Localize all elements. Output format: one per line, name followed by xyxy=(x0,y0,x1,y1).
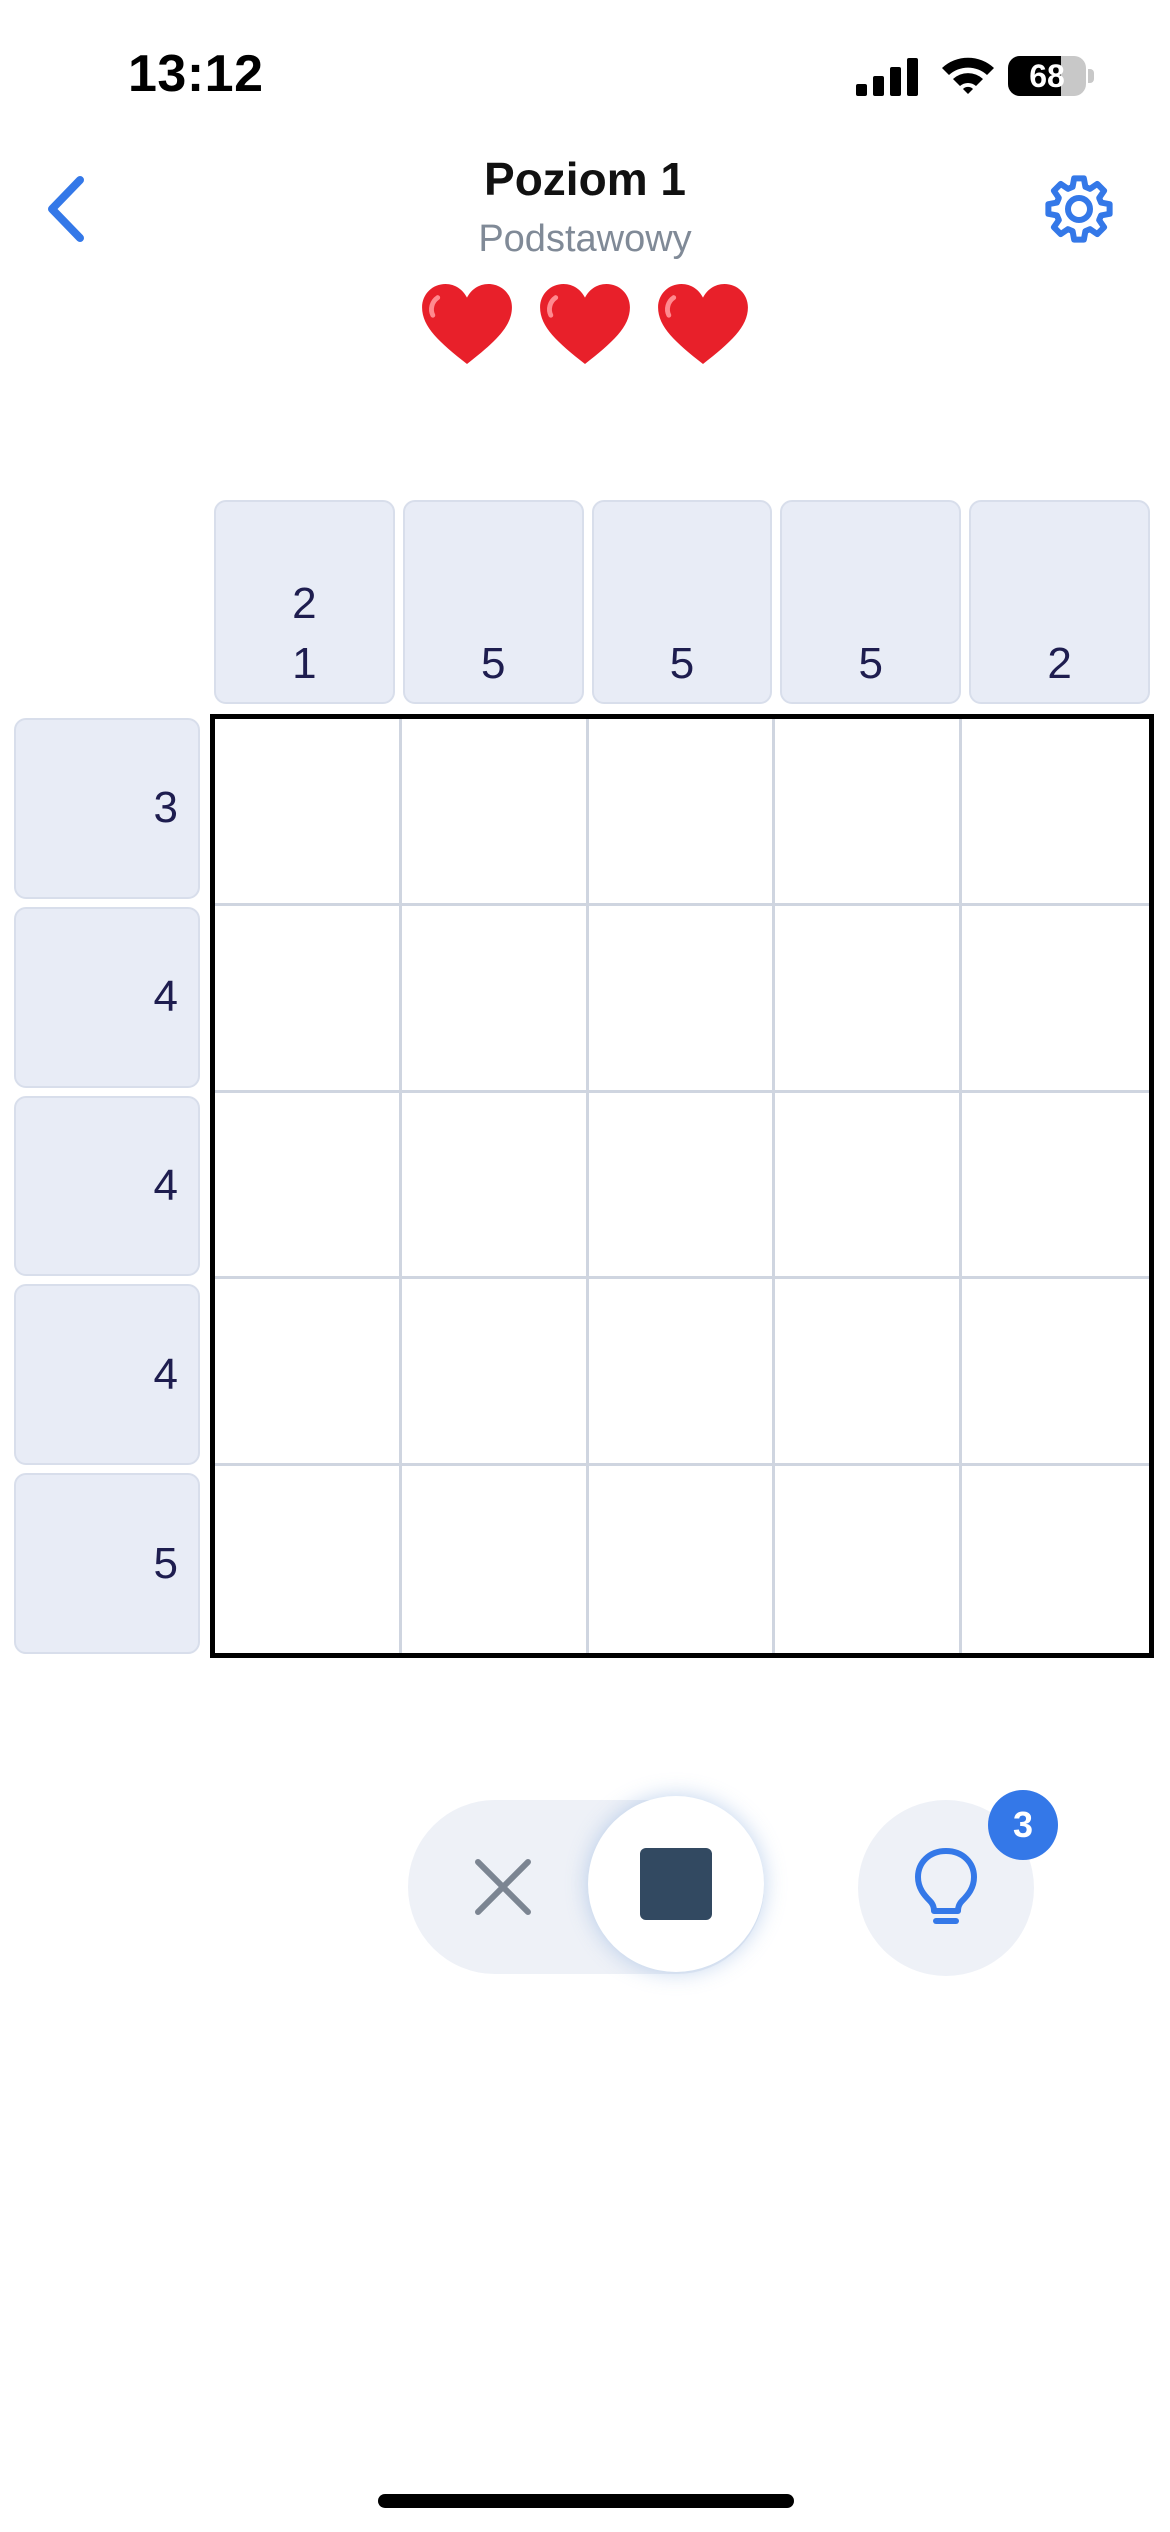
grid-cell[interactable] xyxy=(775,1279,963,1467)
grid-cell[interactable] xyxy=(775,719,963,906)
lives-hearts xyxy=(410,282,760,372)
battery-percent: 68 xyxy=(1029,58,1065,94)
wifi-icon xyxy=(942,57,994,94)
grid-cell[interactable] xyxy=(401,1466,589,1653)
grid-cell[interactable] xyxy=(588,1279,776,1467)
column-clue: 2 xyxy=(969,500,1150,704)
heart-icon xyxy=(658,283,748,365)
grid-cell[interactable] xyxy=(401,1092,589,1280)
status-time: 13:12 xyxy=(128,45,264,103)
battery-cap xyxy=(1088,69,1094,83)
grid-cell[interactable] xyxy=(962,1279,1149,1467)
mode-toggle xyxy=(408,1796,764,1974)
column-clue: 21 xyxy=(214,500,395,704)
grid-cell[interactable] xyxy=(401,905,589,1093)
grid-cell[interactable] xyxy=(401,1279,589,1467)
grid-cell[interactable] xyxy=(215,905,402,1093)
level-subtitle: Podstawowy xyxy=(478,218,692,260)
grid-cell[interactable] xyxy=(588,719,776,906)
hint-count-badge: 3 xyxy=(988,1790,1058,1860)
row-clue: 3 xyxy=(14,718,200,899)
battery-icon: 68 xyxy=(1008,56,1094,96)
clue-number: 4 xyxy=(153,1160,178,1210)
grid-cell[interactable] xyxy=(962,1092,1149,1280)
clue-number: 3 xyxy=(153,783,178,833)
heart-icon xyxy=(422,283,512,365)
row-clue: 4 xyxy=(14,1284,200,1466)
heart-icon xyxy=(540,283,630,365)
row-clue: 4 xyxy=(14,906,200,1088)
grid-cell[interactable] xyxy=(775,1466,963,1653)
cross-mode-button[interactable] xyxy=(448,1800,558,1974)
grid-cell[interactable] xyxy=(588,1466,776,1653)
clue-number: 4 xyxy=(153,1349,178,1399)
clue-number: 2 xyxy=(1047,639,1072,688)
clue-number: 2 xyxy=(292,579,317,628)
grid-cell[interactable] xyxy=(588,905,776,1093)
column-clue: 5 xyxy=(591,500,773,704)
column-clue: 5 xyxy=(402,500,584,704)
battery-body: 68 xyxy=(1008,56,1086,96)
grid-cell[interactable] xyxy=(962,719,1149,906)
grid-cell[interactable] xyxy=(962,905,1149,1093)
settings-button[interactable] xyxy=(1036,166,1122,252)
game-screen: 13:12 68 Poziom 1 Podstawowy 2 1 5 5 5 2… xyxy=(0,0,1170,2532)
clue-number: 5 xyxy=(480,639,506,688)
column-clue: 5 xyxy=(780,500,962,704)
grid-cell[interactable] xyxy=(401,719,589,906)
grid-cell[interactable] xyxy=(588,1092,776,1280)
clue-number: 5 xyxy=(858,639,884,688)
grid-cell[interactable] xyxy=(775,1092,963,1280)
level-title: Poziom 1 xyxy=(484,153,686,205)
row-clue: 4 xyxy=(14,1095,200,1277)
gear-icon xyxy=(1045,175,1113,243)
grid-cell[interactable] xyxy=(775,905,963,1093)
filled-square-icon xyxy=(640,1848,712,1920)
chevron-left-icon xyxy=(48,176,84,242)
lightbulb-icon xyxy=(915,1848,977,1924)
clue-number: 5 xyxy=(153,1538,178,1588)
clue-number: 4 xyxy=(153,972,178,1022)
grid-cell[interactable] xyxy=(215,1279,402,1467)
signal-icon xyxy=(856,58,918,96)
cross-icon xyxy=(475,1859,531,1915)
clue-number: 5 xyxy=(669,639,695,688)
back-button[interactable] xyxy=(30,166,102,252)
row-clue: 5 xyxy=(14,1473,200,1654)
grid-cell[interactable] xyxy=(215,1466,402,1653)
puzzle-grid xyxy=(210,714,1154,1658)
home-indicator[interactable] xyxy=(378,2494,794,2508)
grid-cell[interactable] xyxy=(962,1466,1149,1653)
clue-number: 1 xyxy=(292,639,317,688)
grid-cell[interactable] xyxy=(215,1092,402,1280)
fill-mode-button[interactable] xyxy=(588,1796,764,1972)
grid-cell[interactable] xyxy=(215,719,402,906)
